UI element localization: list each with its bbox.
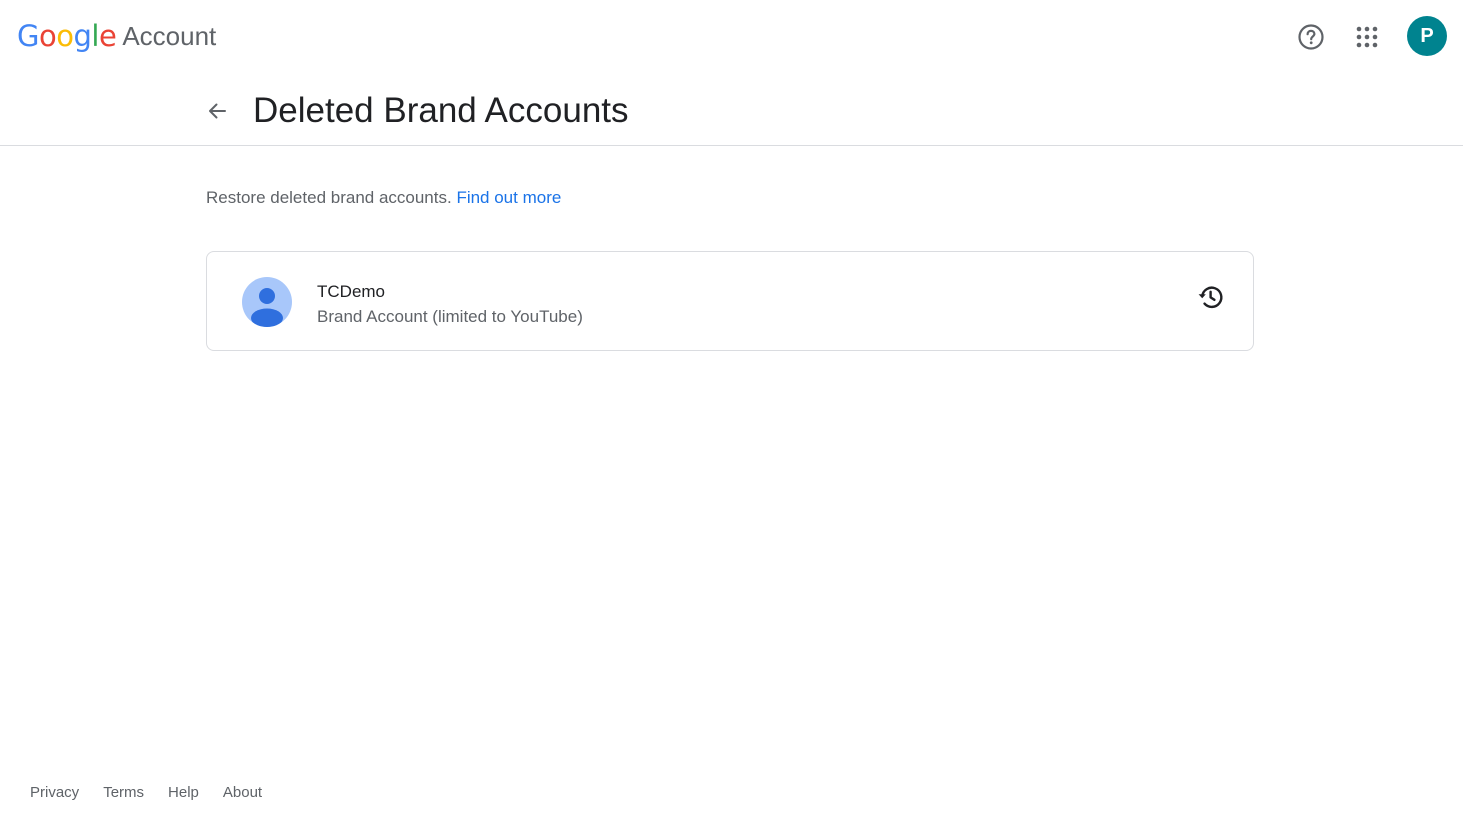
help-circle-icon bbox=[1298, 24, 1324, 50]
top-app-bar: G o o g l e Account P bbox=[0, 0, 1463, 72]
restore-history-icon bbox=[1198, 286, 1223, 309]
account-type: Brand Account (limited to YouTube) bbox=[317, 307, 583, 326]
intro-description: Restore deleted brand accounts. bbox=[206, 188, 457, 207]
deleted-account-card: TCDemo Brand Account (limited to YouTube… bbox=[206, 251, 1254, 351]
help-button[interactable] bbox=[1291, 17, 1331, 57]
apps-grid-icon bbox=[1356, 26, 1378, 48]
footer-link-about[interactable]: About bbox=[211, 782, 274, 804]
logo-letter: o bbox=[38, 19, 57, 53]
account-name: TCDemo bbox=[317, 282, 386, 301]
footer-links: Privacy Terms Help About bbox=[18, 782, 274, 804]
google-apps-button[interactable] bbox=[1347, 17, 1387, 57]
logo-letter: l bbox=[91, 19, 99, 53]
find-out-more-link[interactable]: Find out more bbox=[456, 188, 561, 207]
user-avatar[interactable]: P bbox=[1407, 16, 1447, 56]
intro-text: Restore deleted brand accounts. Find out… bbox=[206, 186, 561, 210]
page-title: Deleted Brand Accounts bbox=[253, 91, 629, 130]
logo-letter: o bbox=[56, 19, 74, 53]
footer-link-privacy[interactable]: Privacy bbox=[18, 782, 91, 804]
footer-link-help[interactable]: Help bbox=[156, 782, 211, 804]
back-button[interactable] bbox=[197, 91, 237, 131]
logo-letter: g bbox=[73, 19, 92, 53]
footer-link-terms[interactable]: Terms bbox=[91, 782, 156, 804]
restore-account-button[interactable] bbox=[1190, 277, 1230, 317]
logo-letter: e bbox=[98, 19, 117, 53]
account-avatar bbox=[242, 277, 292, 327]
arrow-back-icon bbox=[209, 103, 226, 119]
google-account-logo[interactable]: G o o g l e Account bbox=[17, 18, 216, 54]
person-icon bbox=[251, 288, 283, 327]
page-header: Deleted Brand Accounts bbox=[0, 72, 1463, 146]
logo-letter: G bbox=[17, 19, 39, 53]
product-name: Account bbox=[122, 20, 217, 51]
